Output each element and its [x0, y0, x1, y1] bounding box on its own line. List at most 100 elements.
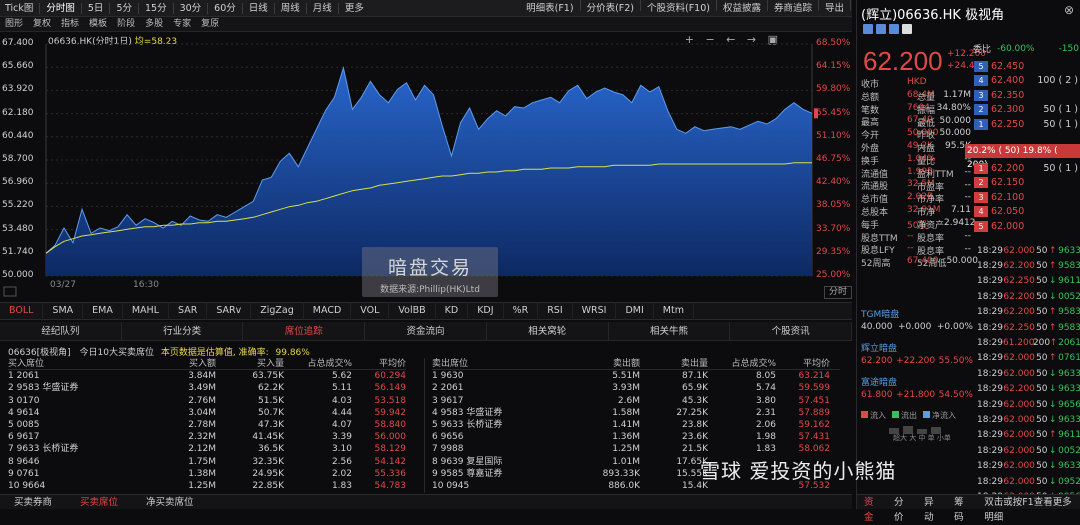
dark-pool-value: 62.200 [861, 356, 893, 366]
bottom-tab[interactable]: 相关牛熊 [609, 321, 731, 341]
indicator-tab[interactable]: SMA [43, 302, 84, 320]
table-row[interactable]: 2 2061 3.93M 65.9K 5.74 59.599 [432, 382, 840, 394]
toolbar-item[interactable]: 指标 [56, 17, 84, 32]
intraday-chart[interactable]: 06636.HK(分时1日) 均=58.23 + − ← → ▣ 67.400 6… [0, 32, 852, 300]
toolbar-item[interactable]: 模板 [84, 17, 112, 32]
watermark-title: 暗盘交易 [387, 257, 472, 279]
quote-footer-tab[interactable]: 筹码 [947, 495, 977, 523]
bottom-tab[interactable]: 行业分类 [122, 321, 244, 341]
menu-item[interactable]: 5分 [111, 0, 137, 17]
table-row[interactable]: 2 9583 华盛证券 3.49M 62.2K 5.11 56.149 [8, 382, 406, 394]
toolbar-item[interactable]: 复权 [28, 17, 56, 32]
function-menu-item[interactable]: 导出 [820, 0, 849, 17]
tick-list[interactable]: 18:29 62.000 50 ↑ 9633 18:29 62.200 50 ↑ 9583 18:2… [977, 243, 1080, 505]
indicator-tab[interactable]: %R [504, 302, 539, 320]
table-row[interactable]: 7 9988 1.25M 21.5K 1.83 58.062 [432, 443, 840, 455]
table-row[interactable]: 7 9633 长桥证券 2.12M 36.5K 3.10 58.129 [8, 443, 406, 455]
order-book-row[interactable]: 5 62.450 [974, 59, 1080, 73]
order-book-row[interactable]: 2 62.150 [974, 176, 1080, 190]
table-row[interactable]: 3 9617 2.6M 45.3K 3.80 57.451 [432, 395, 840, 407]
bottom-tab[interactable]: 席位追踪 [243, 321, 366, 341]
timeshare-button[interactable]: 分时 [824, 286, 852, 299]
indicator-tab[interactable]: SARv [207, 302, 252, 320]
indicator-tab[interactable]: RSI [538, 302, 573, 320]
stat-value: -- [964, 192, 972, 203]
order-book-row[interactable]: 2 62.300 50 ( 1 ) [974, 103, 1080, 117]
close-icon[interactable]: ⊗ [1064, 3, 1074, 17]
bottom-tab[interactable]: 个股资讯 [730, 321, 853, 341]
order-book-row[interactable]: 1 62.200 50 ( 1 ) [974, 161, 1080, 175]
quote-footer-tab[interactable]: 异动 [917, 495, 947, 523]
order-book-row[interactable]: 4 62.400 100 ( 2 ) [974, 74, 1080, 88]
indicator-tab[interactable]: ZigZag [251, 302, 304, 320]
table-row[interactable]: 8 9646 1.75M 32.35K 2.56 54.142 [8, 456, 406, 468]
table-row[interactable]: 4 9583 华盛证券 1.58M 27.25K 2.31 57.889 [432, 407, 840, 419]
menu-item[interactable]: 日线 [244, 0, 273, 17]
toolbar-item[interactable]: 复原 [196, 17, 224, 32]
menu-item[interactable]: 5日 [83, 0, 109, 17]
bottom-tab[interactable]: 相关窝轮 [487, 321, 609, 341]
stat-label: 52周高 [861, 259, 891, 270]
indicator-tab[interactable]: BOLL [0, 302, 44, 320]
indicator-tab[interactable]: MAHL [123, 302, 169, 320]
order-book-row[interactable]: 5 62.000 [974, 219, 1080, 233]
menu-item[interactable]: 周线 [276, 0, 305, 17]
table-row[interactable]: 10 9664 1.25M 22.85K 1.83 54.783 [8, 480, 406, 492]
menu-item[interactable]: 15分 [140, 0, 172, 17]
function-menu-item[interactable]: 权益披露 [718, 0, 766, 17]
menu-item[interactable]: 更多 [340, 0, 369, 17]
footer-tab[interactable]: 买卖席位 [66, 495, 132, 510]
table-cell: 23.6K [682, 432, 708, 443]
table-row[interactable]: 4 9614 3.04M 50.7K 4.44 59.942 [8, 407, 406, 419]
function-menu-item[interactable]: 个股资料(F10) [642, 0, 715, 17]
table-row[interactable]: 1 9630 5.51M 87.1K 8.05 63.214 [432, 370, 840, 382]
menu-item[interactable]: 60分 [209, 0, 241, 17]
indicator-tab[interactable]: DMI [616, 302, 654, 320]
footer-tab[interactable]: 净买卖席位 [132, 495, 208, 510]
table-cell: 5 9633 长桥证券 [432, 419, 503, 430]
table-row[interactable]: 6 9617 2.32M 41.45K 3.39 56.000 [8, 431, 406, 443]
table-row[interactable]: 3 0170 2.76M 51.5K 4.03 53.518 [8, 395, 406, 407]
table-row[interactable]: 6 9656 1.36M 23.6K 1.98 57.431 [432, 431, 840, 443]
indicator-tab[interactable]: VOL [351, 302, 390, 320]
function-menu: 明细表(F1) 分价表(F2) 个股资料(F10) 权益披露 券商追踪 导出 [521, 0, 852, 17]
table-row[interactable]: 1 2061 3.84M 63.75K 5.62 60.294 [8, 370, 406, 382]
function-menu-item[interactable]: 明细表(F1) [521, 0, 578, 17]
menu-item[interactable]: 分时图 [41, 0, 80, 17]
order-book-row[interactable]: 3 62.100 [974, 190, 1080, 204]
toolbar-item[interactable]: 阶段 [112, 17, 140, 32]
toolbar-item[interactable]: 图形 [0, 17, 28, 32]
order-book-row[interactable]: 1 62.250 50 ( 1 ) [974, 117, 1080, 131]
footer-tab[interactable]: 买卖券商 [0, 495, 66, 510]
toolbar-item[interactable]: 多股 [140, 17, 168, 32]
arrow-down-icon: ↓ [1049, 476, 1057, 487]
indicator-tab[interactable]: MACD [304, 302, 352, 320]
menu-item[interactable]: 月线 [308, 0, 337, 17]
indicator-tab[interactable]: KD [436, 302, 469, 320]
function-menu-item[interactable]: 分价表(F2) [582, 0, 639, 17]
indicator-tab[interactable]: Mtm [654, 302, 694, 320]
indicator-tab[interactable]: KDJ [468, 302, 504, 320]
add-icon[interactable] [863, 24, 873, 34]
menu-item[interactable]: 30分 [175, 0, 207, 17]
quote-footer-tab[interactable]: 资金 [857, 495, 887, 523]
indicator-tab[interactable]: EMA [83, 302, 123, 320]
table-row[interactable]: 9 0761 1.38M 24.95K 2.02 55.336 [8, 468, 406, 480]
bottom-tab[interactable]: 经纪队列 [0, 321, 122, 341]
alert-icon[interactable] [889, 24, 899, 34]
table-row[interactable]: 5 0085 2.78M 47.3K 4.07 58.840 [8, 419, 406, 431]
quote-footer-tab[interactable]: 分价 [887, 495, 917, 523]
column-header: 卖出额 [612, 359, 640, 369]
toolbar-item[interactable]: 专家 [168, 17, 196, 32]
order-book-row[interactable]: 3 62.350 [974, 88, 1080, 102]
bottom-tab[interactable]: 资金流向 [365, 321, 487, 341]
table-row[interactable]: 5 9633 长桥证券 1.41M 23.8K 2.06 59.162 [432, 419, 840, 431]
favorite-icon[interactable] [902, 24, 912, 34]
indicator-tab[interactable]: SAR [169, 302, 208, 320]
menu-item[interactable]: Tick图 [0, 0, 38, 17]
edit-icon[interactable] [876, 24, 886, 34]
function-menu-item[interactable]: 券商追踪 [769, 0, 817, 17]
indicator-tab[interactable]: VolBB [389, 302, 436, 320]
order-book-row[interactable]: 4 62.050 [974, 205, 1080, 219]
indicator-tab[interactable]: WRSI [573, 302, 617, 320]
